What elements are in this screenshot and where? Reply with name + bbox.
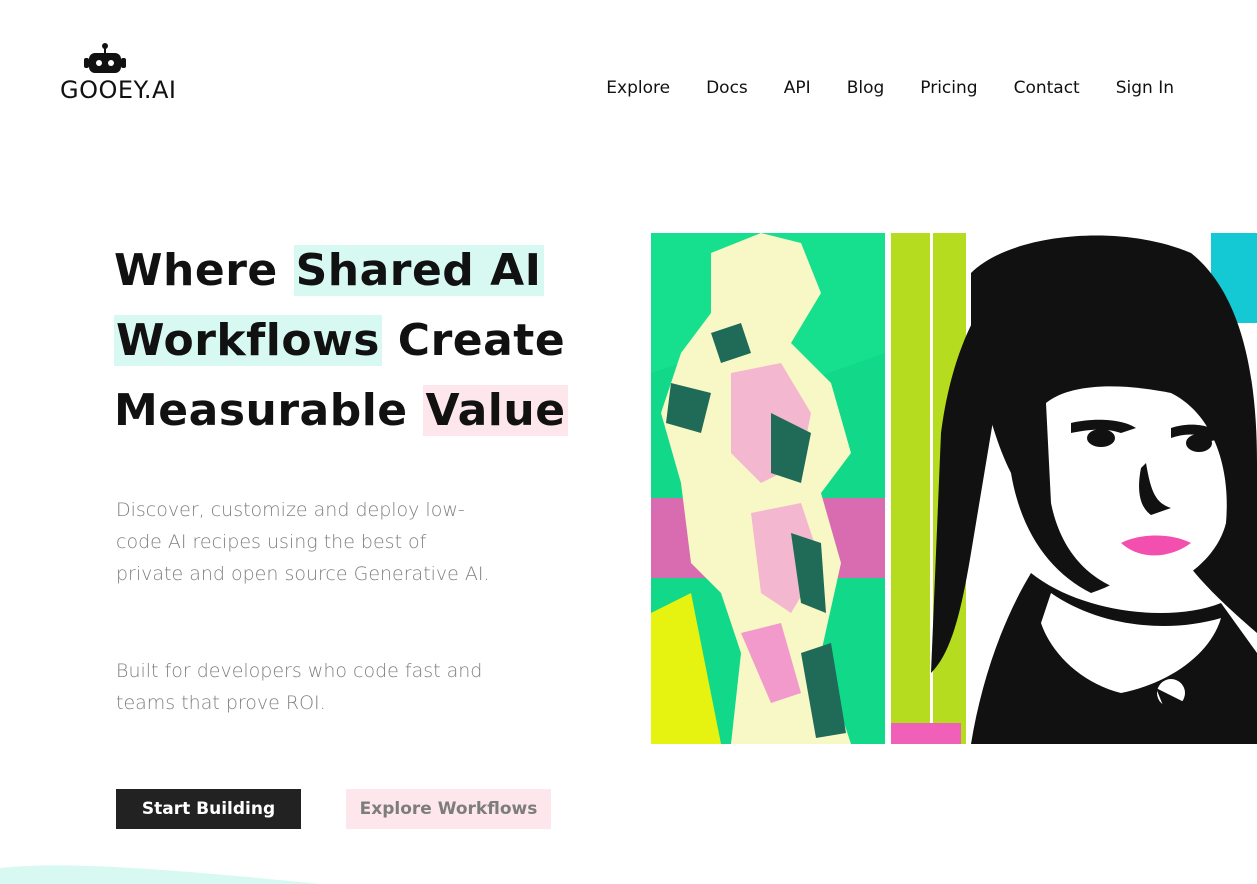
- hero-title-highlight: Workflows: [114, 315, 382, 366]
- nav-docs[interactable]: Docs: [706, 78, 748, 98]
- nav-pricing[interactable]: Pricing: [920, 78, 977, 98]
- top-navigation: Explore Docs API Blog Pricing Contact Si…: [606, 78, 1174, 98]
- hero-title-highlight: Shared AI: [293, 245, 544, 296]
- decorative-wave: [0, 865, 320, 884]
- hero-title: Where Shared AI Workflows Create Measura…: [114, 236, 568, 446]
- hero-tagline: Built for developers who code fast and t…: [116, 660, 483, 714]
- pop-art-portraits-image: [651, 233, 1257, 744]
- hero-title-part: Measurable: [114, 385, 424, 436]
- hero-title-line-2: Workflows Create: [114, 306, 568, 376]
- hero-description: Discover, customize and deploy low-code …: [116, 499, 490, 585]
- hero-title-line-3: Measurable Value: [114, 376, 568, 446]
- nav-contact[interactable]: Contact: [1014, 78, 1080, 98]
- hero-title-part: Create: [381, 315, 566, 366]
- explore-workflows-button[interactable]: Explore Workflows: [346, 789, 551, 829]
- nav-blog[interactable]: Blog: [847, 78, 885, 98]
- nav-sign-in[interactable]: Sign In: [1116, 78, 1174, 98]
- hero-title-part: Where: [114, 245, 294, 296]
- robot-icon: [84, 43, 126, 73]
- hero-title-line-1: Where Shared AI: [114, 236, 568, 306]
- hero-title-highlight: Value: [423, 385, 568, 436]
- brand-name: GOOEY.AI: [60, 76, 177, 104]
- nav-explore[interactable]: Explore: [606, 78, 670, 98]
- nav-api[interactable]: API: [784, 78, 811, 98]
- start-building-button[interactable]: Start Building: [116, 789, 301, 829]
- brand-logo[interactable]: GOOEY.AI: [60, 42, 190, 104]
